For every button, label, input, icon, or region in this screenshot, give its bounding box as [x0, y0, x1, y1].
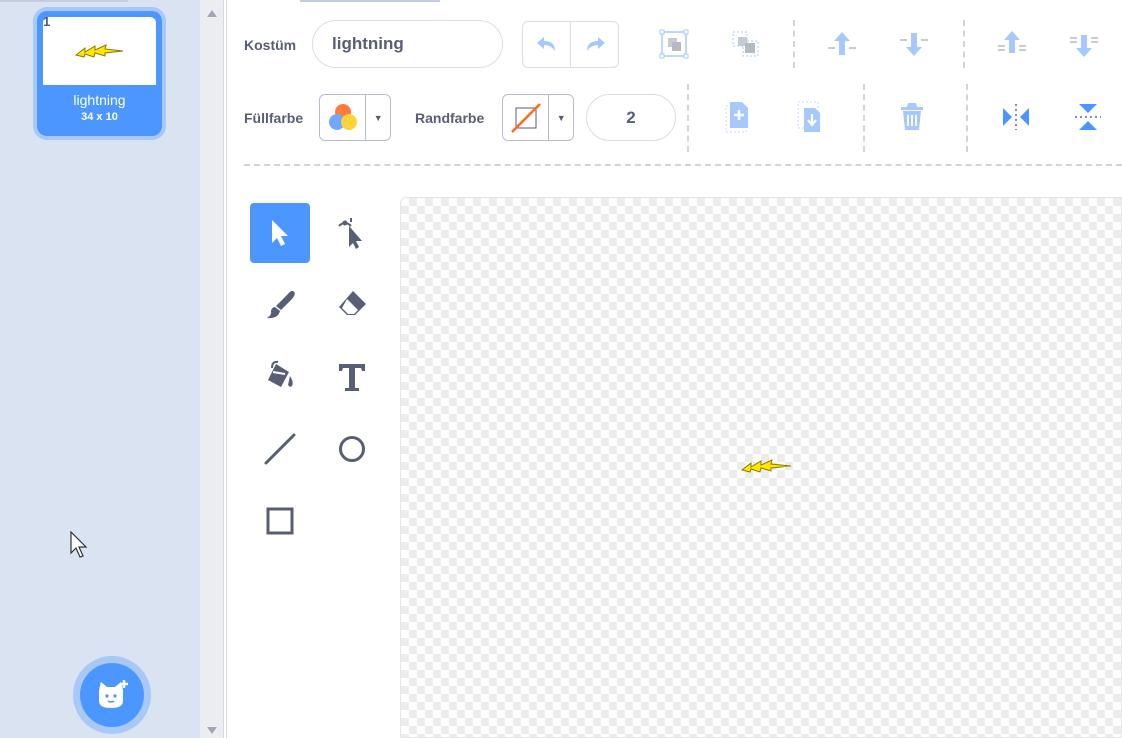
add-costume-button[interactable] — [80, 663, 144, 727]
mouse-pointer-icon — [70, 531, 88, 558]
ungroup-icon — [732, 31, 759, 57]
reshape-tool[interactable] — [322, 203, 382, 263]
flip-horizontal-button[interactable] — [996, 97, 1036, 137]
no-color-icon — [510, 102, 541, 133]
flip-horizontal-icon — [1003, 104, 1029, 130]
brush-icon — [267, 290, 295, 319]
fill-icon — [268, 360, 293, 387]
scroll-up-arrow-icon[interactable] — [207, 10, 217, 17]
top-divider — [0, 0, 128, 2]
redo-button[interactable] — [570, 22, 618, 67]
undo-button[interactable] — [523, 22, 570, 67]
scroll-down-arrow-icon[interactable] — [207, 727, 217, 734]
ungroup-button[interactable] — [726, 24, 766, 64]
costume-thumbnail — [43, 17, 156, 85]
top-divider-right — [300, 0, 440, 2]
outline-color-label: Randfarbe — [415, 110, 485, 126]
copy-icon — [725, 102, 748, 133]
select-tool[interactable] — [250, 203, 310, 263]
delete-button[interactable] — [892, 97, 932, 137]
rectangle-tool[interactable] — [250, 491, 310, 551]
front-button[interactable] — [992, 24, 1032, 64]
line-tool[interactable] — [250, 419, 310, 479]
forward-button[interactable] — [822, 24, 862, 64]
back-icon — [1070, 35, 1098, 57]
outline-color-swatch — [503, 95, 550, 140]
costume-list: 1 lightning 34 x 10 — [0, 0, 200, 738]
undo-redo-group — [522, 21, 619, 68]
paint-editor: 1 lightning 34 x 10 Kostüm lightning Fül… — [0, 0, 1122, 738]
group-button[interactable] — [654, 24, 694, 64]
eraser-tool[interactable] — [322, 275, 382, 335]
toolbar-divider — [244, 164, 1122, 166]
flip-vertical-button[interactable] — [1068, 97, 1108, 137]
eraser-icon — [339, 291, 366, 315]
add-costume-cat-icon — [99, 680, 128, 708]
costume-number: 1 — [43, 14, 51, 29]
costume-tile-lightning[interactable]: 1 lightning 34 x 10 — [37, 11, 162, 136]
color-mixed-icon — [328, 103, 357, 130]
fill-color-picker[interactable]: ▼ — [319, 94, 391, 141]
fill-color-swatch — [320, 95, 367, 140]
lightning-thumbnail-icon — [74, 44, 123, 58]
group-icon — [659, 29, 689, 59]
back-button[interactable] — [1064, 24, 1104, 64]
drawing-canvas[interactable] — [400, 197, 1122, 738]
toolbar-separator — [793, 20, 795, 68]
fill-dropdown-arrow-icon: ▼ — [373, 112, 383, 123]
panel-border — [226, 0, 227, 738]
costume-label: Kostüm — [244, 37, 297, 53]
toolbar-separator — [863, 84, 865, 152]
toolbar-separator — [966, 84, 968, 152]
rectangle-icon — [266, 507, 294, 535]
paste-icon — [797, 101, 820, 132]
costume-list-scrollbar[interactable] — [200, 0, 224, 738]
fill-tool[interactable] — [250, 347, 310, 407]
circle-tool[interactable] — [322, 419, 382, 479]
delete-icon — [901, 103, 923, 130]
toolbar-separator — [963, 20, 965, 68]
redo-icon — [586, 36, 605, 51]
fill-color-label: Füllfarbe — [244, 110, 304, 126]
forward-icon — [828, 32, 856, 55]
outline-width-input[interactable] — [586, 94, 676, 141]
costume-name: lightning — [73, 92, 126, 108]
brush-tool[interactable] — [250, 275, 310, 335]
front-icon — [998, 31, 1026, 53]
backward-button[interactable] — [894, 24, 934, 64]
backward-icon — [900, 33, 928, 56]
lightning-sprite[interactable] — [741, 458, 793, 474]
reshape-icon — [338, 218, 362, 249]
outline-color-picker[interactable]: ▼ — [502, 94, 574, 141]
copy-button[interactable] — [718, 97, 758, 137]
outline-dropdown-arrow-icon: ▼ — [556, 112, 566, 123]
text-tool[interactable] — [322, 347, 382, 407]
line-icon — [264, 433, 296, 465]
circle-icon — [339, 436, 365, 462]
costume-name-input[interactable] — [312, 20, 503, 68]
select-icon — [272, 220, 288, 246]
paste-button[interactable] — [790, 97, 830, 137]
toolbar-separator — [687, 84, 689, 152]
text-icon — [339, 364, 365, 391]
flip-vertical-icon — [1075, 104, 1101, 130]
undo-icon — [536, 36, 555, 51]
costume-size: 34 x 10 — [81, 111, 118, 123]
